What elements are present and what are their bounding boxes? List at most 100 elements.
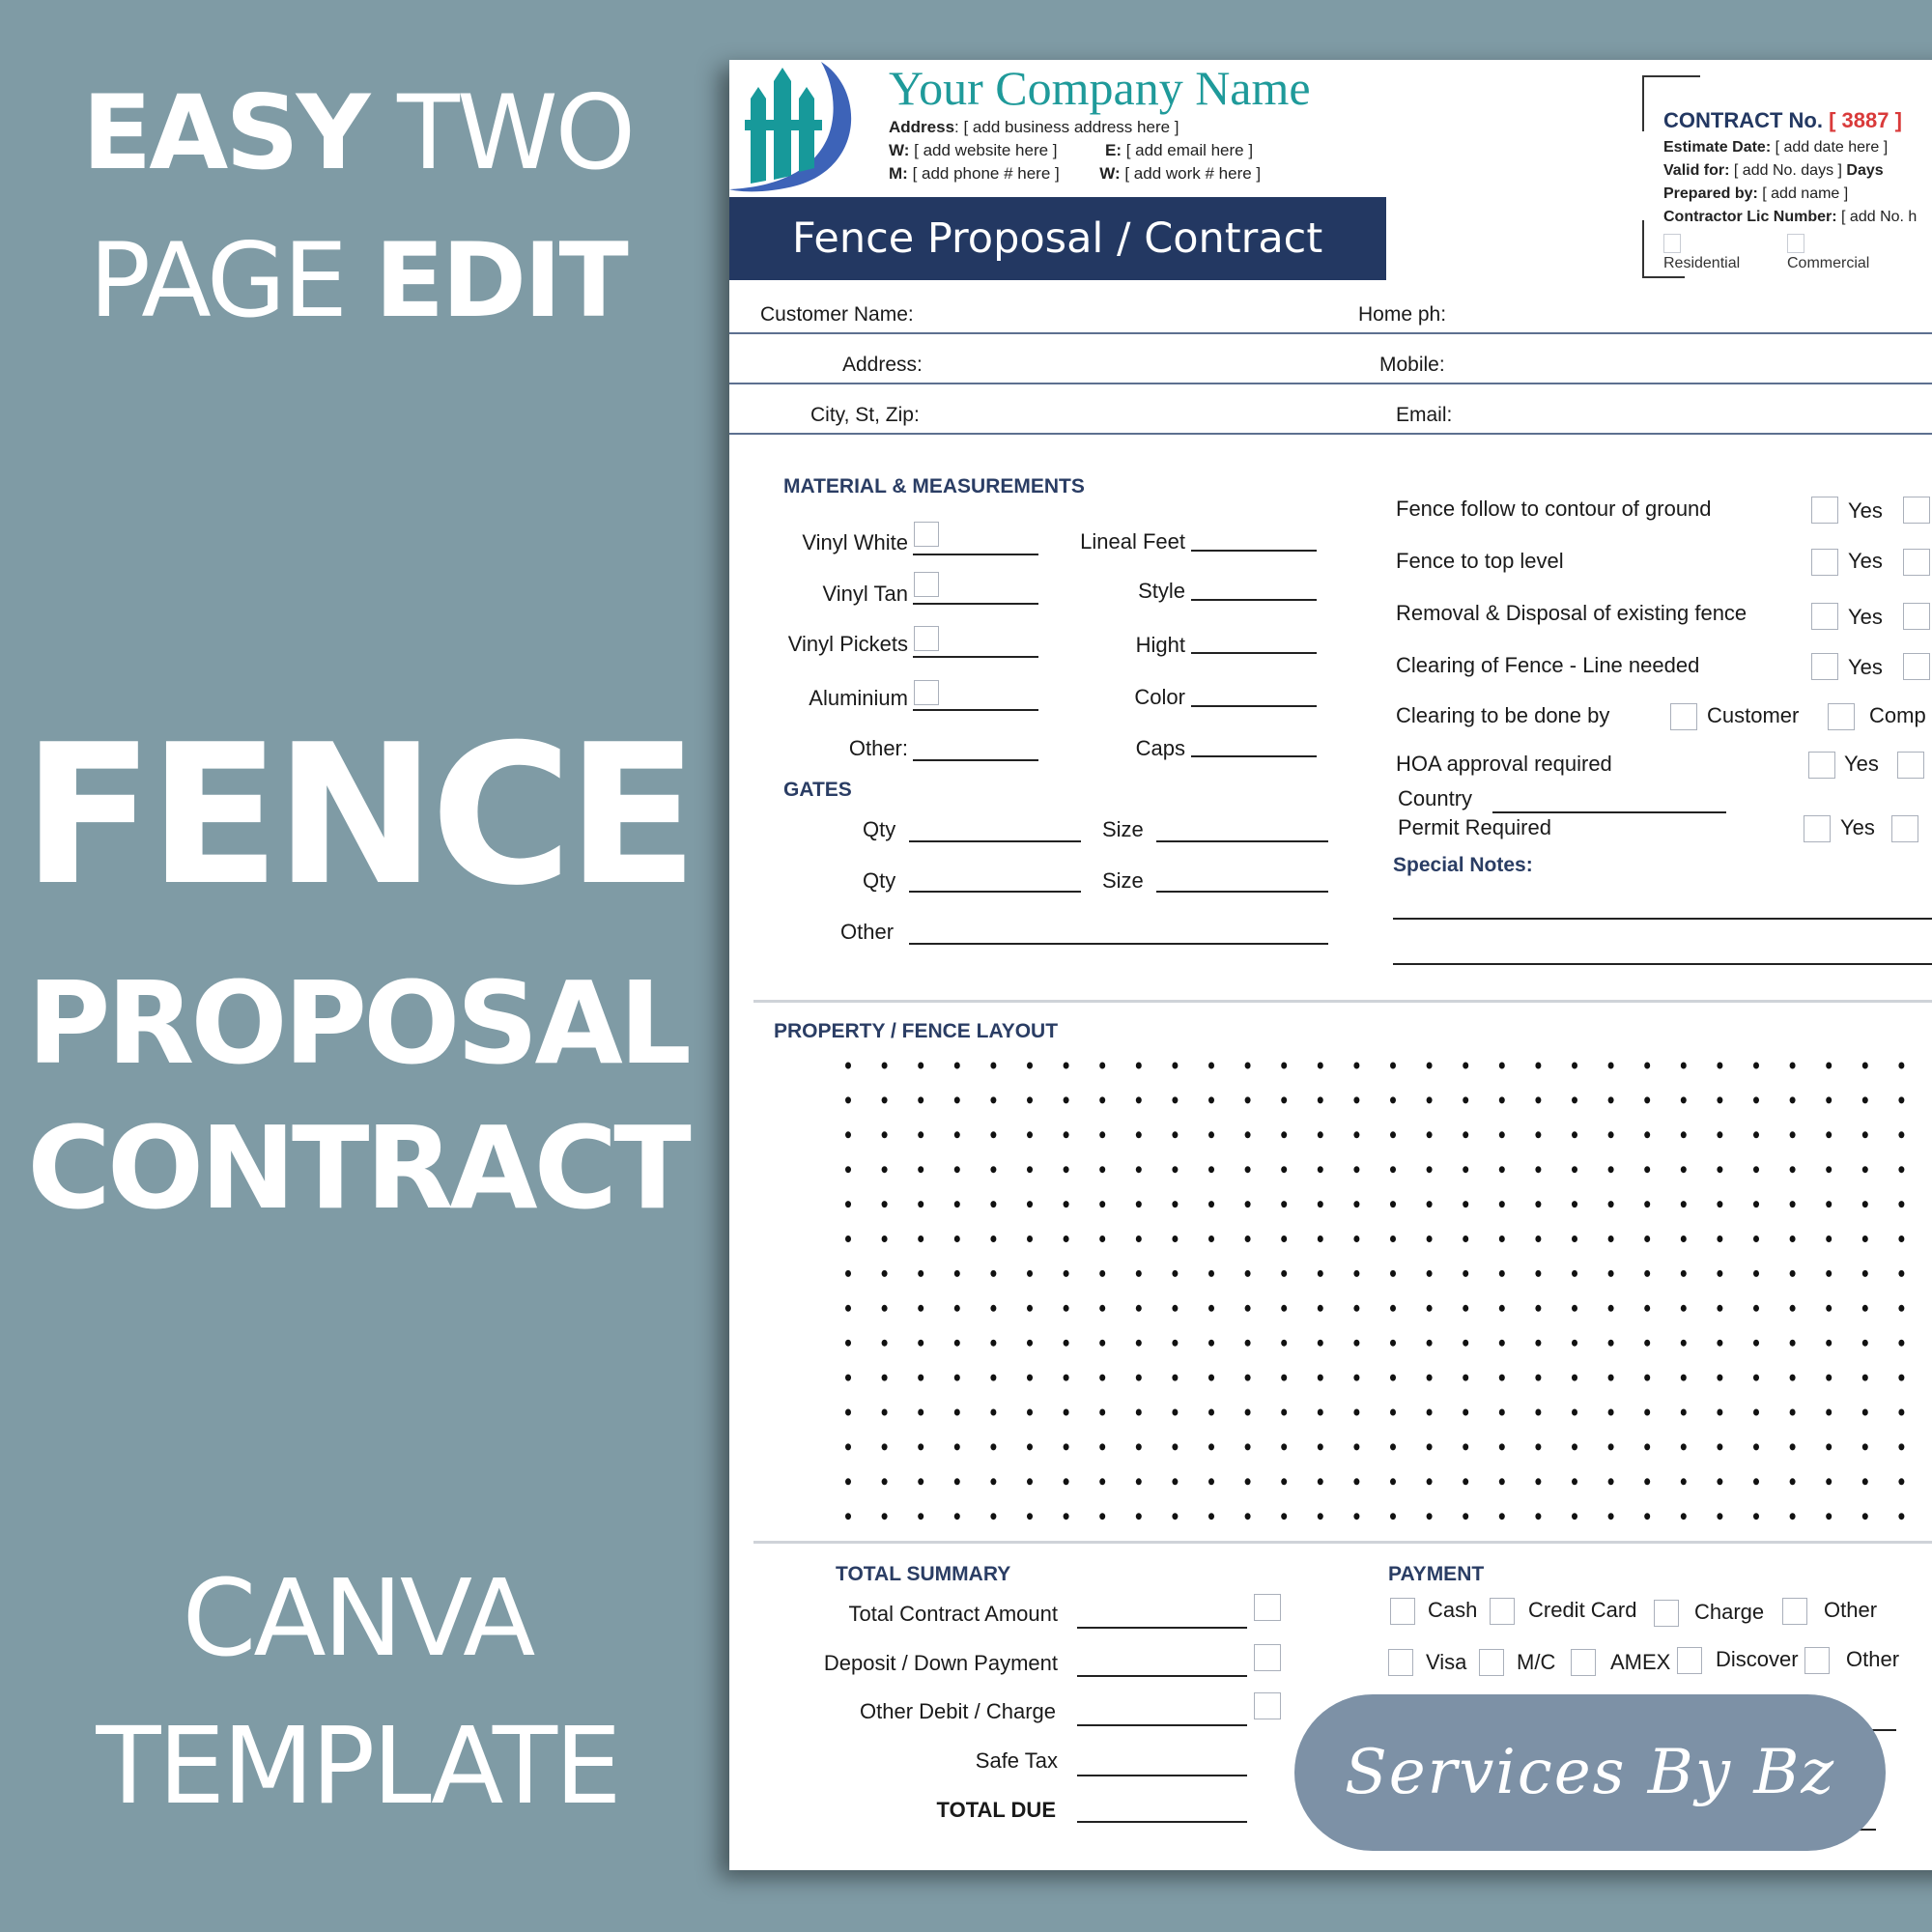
- grid-dot: [918, 1478, 924, 1486]
- grid-dot: [1607, 1201, 1614, 1208]
- payment-other-checkbox[interactable]: [1782, 1598, 1807, 1625]
- grid-dot: [1208, 1339, 1214, 1347]
- grid-dot: [1607, 1408, 1614, 1416]
- grid-dot: [1498, 1513, 1505, 1520]
- grid-dot: [1353, 1513, 1360, 1520]
- grid-dot: [1135, 1374, 1142, 1381]
- grid-dot: [1353, 1269, 1360, 1277]
- grid-dot: [1099, 1096, 1106, 1104]
- grid-dot: [1572, 1062, 1577, 1069]
- grid-dot: [1644, 1513, 1651, 1520]
- grid-dot: [1463, 1269, 1469, 1277]
- grid-dot: [1572, 1201, 1577, 1208]
- grid-dot: [1281, 1374, 1288, 1381]
- grid-dot: [1898, 1201, 1905, 1208]
- grid-dot: [1317, 1236, 1323, 1242]
- grid-dot: [1208, 1269, 1214, 1277]
- grid-dot: [1317, 1131, 1323, 1139]
- grid-dot: [1753, 1408, 1759, 1416]
- grid-dot: [1208, 1062, 1214, 1069]
- grid-dot: [1898, 1408, 1905, 1416]
- layout-dot-grid[interactable]: [729, 60, 1932, 1870]
- grid-dot: [845, 1166, 851, 1174]
- payment-discover-checkbox[interactable]: [1677, 1647, 1702, 1674]
- grid-dot: [1027, 1166, 1033, 1174]
- grid-dot: [1099, 1304, 1106, 1312]
- grid-dot: [1607, 1131, 1614, 1139]
- grid-dot: [1826, 1096, 1833, 1104]
- grid-dot: [1281, 1408, 1288, 1416]
- payment-credit-card-checkbox[interactable]: [1490, 1598, 1515, 1625]
- grid-dot: [1717, 1236, 1723, 1242]
- grid-dot: [1717, 1166, 1723, 1174]
- grid-dot: [1426, 1304, 1433, 1312]
- grid-dot: [1753, 1339, 1759, 1347]
- grid-dot: [1680, 1062, 1687, 1069]
- grid-dot: [953, 1236, 960, 1242]
- grid-dot: [1317, 1201, 1323, 1208]
- grid-dot: [1244, 1096, 1251, 1104]
- grid-dot: [1680, 1096, 1687, 1104]
- grid-dot: [1317, 1478, 1323, 1486]
- grid-dot: [1607, 1478, 1614, 1486]
- grid-dot: [990, 1374, 997, 1381]
- grid-dot: [990, 1443, 997, 1451]
- payment-amex-checkbox[interactable]: [1571, 1649, 1596, 1676]
- grid-dot: [1244, 1408, 1251, 1416]
- grid-dot: [1753, 1304, 1759, 1312]
- grid-dot: [1063, 1236, 1069, 1242]
- other-debit-field[interactable]: [1077, 1724, 1247, 1726]
- grid-dot: [1717, 1513, 1723, 1520]
- grid-dot: [1644, 1062, 1651, 1069]
- grid-dot: [953, 1408, 960, 1416]
- grid-dot: [1244, 1236, 1251, 1242]
- payment-heading: PAYMENT: [1388, 1563, 1485, 1585]
- grid-dot: [1644, 1339, 1651, 1347]
- payment-cash-checkbox[interactable]: [1390, 1598, 1415, 1625]
- safe-tax-field[interactable]: [1077, 1775, 1247, 1776]
- grid-dot: [1861, 1408, 1868, 1416]
- grid-dot: [1063, 1478, 1069, 1486]
- total-contract-field[interactable]: [1077, 1627, 1247, 1629]
- grid-dot: [1535, 1062, 1542, 1069]
- grid-dot: [1789, 1201, 1796, 1208]
- payment-other2-checkbox[interactable]: [1804, 1647, 1830, 1674]
- promo-headline-line2: PAGE EDIT: [0, 230, 715, 332]
- grid-dot: [1535, 1269, 1542, 1277]
- grid-dot: [1535, 1096, 1542, 1104]
- grid-dot: [1572, 1096, 1577, 1104]
- total-due-field[interactable]: [1077, 1821, 1247, 1823]
- grid-dot: [1535, 1408, 1542, 1416]
- grid-dot: [1390, 1443, 1396, 1451]
- grid-dot: [1317, 1374, 1323, 1381]
- safe-tax-label: Safe Tax: [975, 1748, 1058, 1773]
- payment-other2-label: Other: [1846, 1647, 1900, 1671]
- other-debit-checkbox[interactable]: [1254, 1692, 1281, 1719]
- grid-dot: [990, 1269, 997, 1277]
- grid-dot: [1208, 1408, 1214, 1416]
- grid-dot: [1353, 1131, 1360, 1139]
- grid-dot: [1426, 1478, 1433, 1486]
- payment-discover-label: Discover: [1716, 1647, 1799, 1671]
- contract-page: Your Company Name Address: [ add busines…: [729, 60, 1932, 1870]
- grid-dot: [1099, 1443, 1106, 1451]
- grid-dot: [1063, 1096, 1069, 1104]
- grid-dot: [1135, 1236, 1142, 1242]
- grid-dot: [1172, 1339, 1179, 1347]
- payment-charge-checkbox[interactable]: [1654, 1600, 1679, 1627]
- grid-dot: [1099, 1201, 1106, 1208]
- payment-mc-checkbox[interactable]: [1479, 1649, 1504, 1676]
- deposit-checkbox[interactable]: [1254, 1644, 1281, 1671]
- grid-dot: [1898, 1374, 1905, 1381]
- grid-dot: [1535, 1339, 1542, 1347]
- payment-visa-checkbox[interactable]: [1388, 1649, 1413, 1676]
- grid-dot: [1789, 1131, 1796, 1139]
- deposit-field[interactable]: [1077, 1675, 1247, 1677]
- grid-dot: [1099, 1408, 1106, 1416]
- grid-dot: [1535, 1131, 1542, 1139]
- total-contract-checkbox[interactable]: [1254, 1594, 1281, 1621]
- grid-dot: [1027, 1513, 1033, 1520]
- grid-dot: [1680, 1513, 1687, 1520]
- grid-dot: [1535, 1201, 1542, 1208]
- grid-dot: [1826, 1131, 1833, 1139]
